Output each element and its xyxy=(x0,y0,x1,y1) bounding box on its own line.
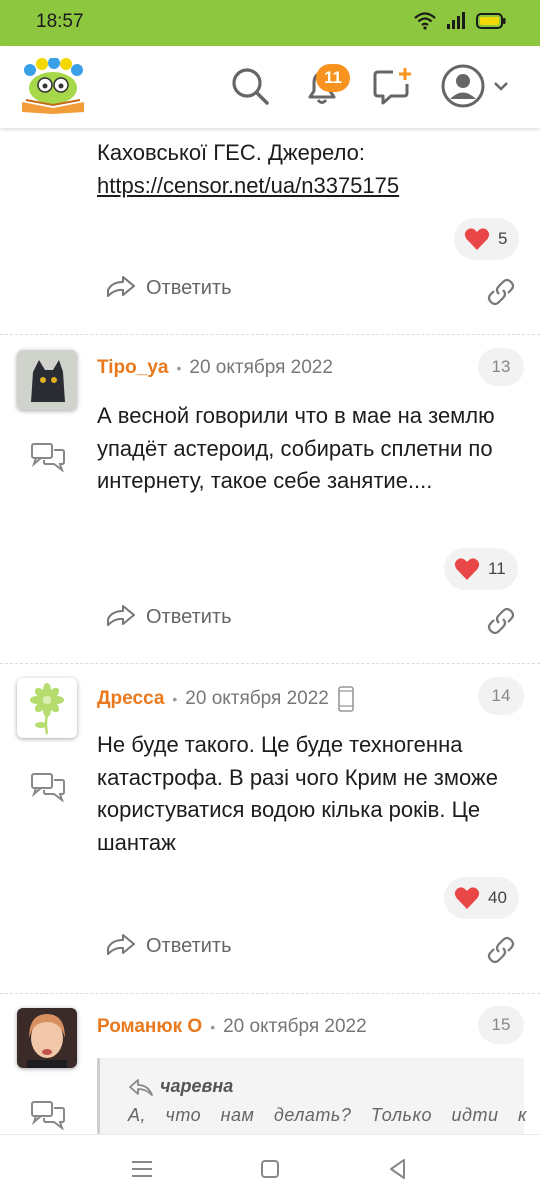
quote-text: А, что нам делать? Только идти к xyxy=(128,1105,527,1125)
comment-author[interactable]: Романюк О xyxy=(97,1016,202,1038)
meta-dot: • xyxy=(172,691,178,707)
separator xyxy=(0,663,540,664)
link-icon[interactable] xyxy=(487,607,515,635)
reply-label: Ответить xyxy=(146,605,232,628)
heart-icon xyxy=(454,887,480,909)
mobile-device-icon xyxy=(338,686,354,712)
meta-dot: • xyxy=(210,1019,216,1035)
reply-label: Ответить xyxy=(146,934,232,957)
search-icon[interactable] xyxy=(228,64,272,108)
comment-meta: Tipo_ya • 20 октября 2022 xyxy=(97,357,333,379)
app-header xyxy=(0,46,540,128)
signal-icon xyxy=(447,12,465,29)
reply-arrow-icon xyxy=(107,276,135,297)
avatar-image xyxy=(17,350,77,410)
system-nav-bar xyxy=(0,1134,540,1200)
heart-icon xyxy=(454,558,480,580)
menu-icon[interactable] xyxy=(128,1155,156,1183)
avatar[interactable] xyxy=(17,1008,77,1068)
site-logo[interactable] xyxy=(18,58,88,114)
comment-author[interactable]: Tipo_ya xyxy=(97,357,168,379)
status-bar: 18:57 xyxy=(0,0,540,46)
like-button[interactable]: 5 xyxy=(454,218,520,260)
separator xyxy=(0,334,540,335)
reply-button[interactable]: Ответить xyxy=(106,276,232,300)
comment-text: Не буде такого. Це буде техногенна катас… xyxy=(97,732,498,855)
new-message-icon[interactable] xyxy=(371,64,415,108)
comment-number[interactable]: 14 xyxy=(478,677,524,715)
battery-icon xyxy=(476,13,506,29)
reply-arrow-icon xyxy=(107,934,135,955)
quote-author[interactable]: чаревна xyxy=(160,1076,233,1097)
wifi-icon xyxy=(414,12,436,30)
like-button[interactable]: 40 xyxy=(444,877,519,919)
status-icons xyxy=(414,12,506,30)
comment-date: 20 октября 2022 xyxy=(189,357,333,378)
comment-number[interactable]: 13 xyxy=(478,348,524,386)
comment-thread-icon[interactable] xyxy=(30,770,66,802)
back-icon[interactable] xyxy=(384,1155,412,1183)
comment-date: 20 октября 2022 xyxy=(223,1016,367,1037)
link-icon[interactable] xyxy=(487,936,515,964)
separator xyxy=(0,993,540,994)
avatar-image xyxy=(17,678,77,738)
quoted-comment: чаревна А, что нам делать? Только идти к xyxy=(97,1058,527,1134)
user-menu-icon[interactable] xyxy=(441,64,513,108)
quote-header: чаревна xyxy=(128,1076,500,1097)
post-text-line: Каховської ГЕС. Джерело: xyxy=(97,140,365,165)
like-count: 11 xyxy=(488,559,506,578)
notification-badge: 11 xyxy=(316,64,350,92)
comments-feed[interactable]: Каховської ГЕС. Джерело: https://censor.… xyxy=(0,128,540,1134)
home-icon[interactable] xyxy=(256,1155,284,1183)
comment-thread-icon[interactable] xyxy=(30,440,66,472)
comment-thread-icon[interactable] xyxy=(30,1098,66,1130)
status-time: 18:57 xyxy=(36,11,84,32)
comment-author[interactable]: Дресса xyxy=(97,688,164,710)
avatar-image xyxy=(17,1008,77,1068)
avatar[interactable] xyxy=(17,678,77,738)
link-icon[interactable] xyxy=(487,278,515,306)
heart-icon xyxy=(464,228,490,250)
previous-post-text: Каховської ГЕС. Джерело: https://censor.… xyxy=(97,136,517,202)
reply-label: Ответить xyxy=(146,276,232,299)
like-button[interactable]: 11 xyxy=(444,548,518,590)
like-count: 40 xyxy=(488,888,507,907)
comment-date: 20 октября 2022 xyxy=(185,688,329,709)
comment-meta: Романюк О • 20 октября 2022 xyxy=(97,1016,367,1038)
reply-button[interactable]: Ответить xyxy=(106,605,232,629)
reply-arrow-icon xyxy=(129,1078,153,1096)
avatar[interactable] xyxy=(17,350,77,410)
source-link[interactable]: https://censor.net/ua/n3375175 xyxy=(97,173,399,198)
reply-button[interactable]: Ответить xyxy=(106,934,232,958)
like-count: 5 xyxy=(498,229,508,248)
meta-dot: • xyxy=(176,360,182,376)
comment-number[interactable]: 15 xyxy=(478,1006,524,1044)
comment-text: А весной говорили что в мае на землю упа… xyxy=(97,403,495,493)
reply-arrow-icon xyxy=(107,605,135,626)
comment-meta: Дресса • 20 октября 2022 xyxy=(97,686,355,712)
